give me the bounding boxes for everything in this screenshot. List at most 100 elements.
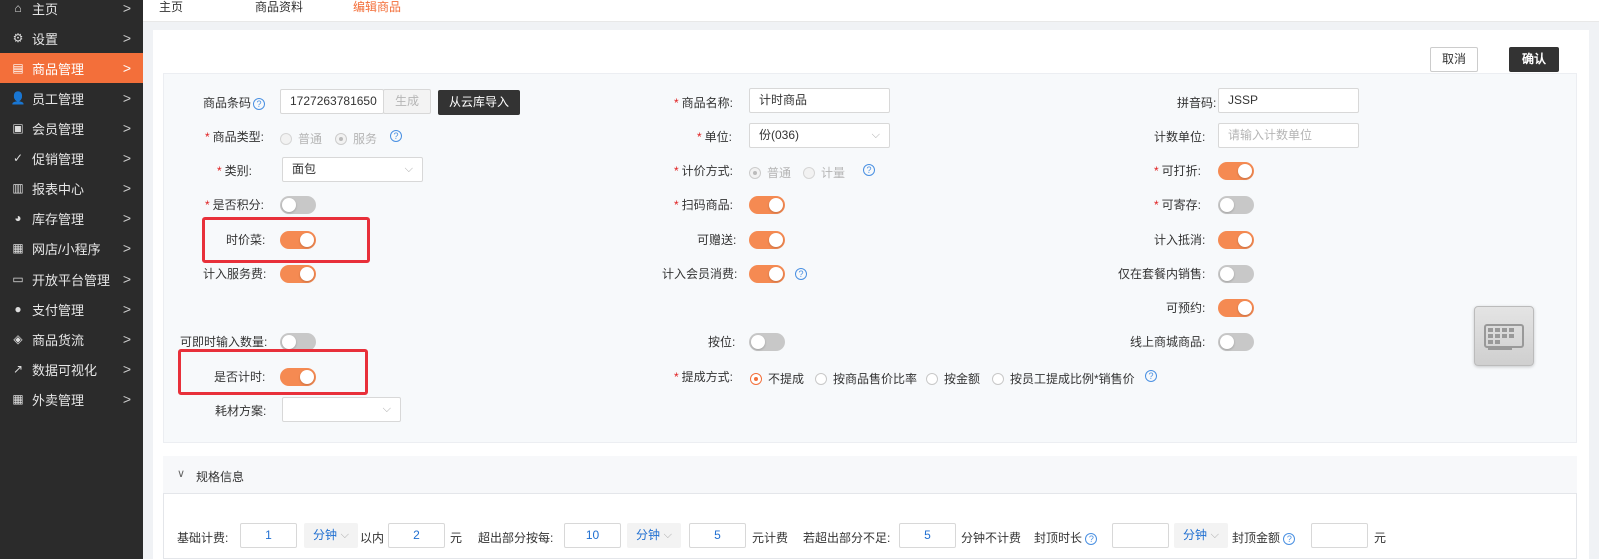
- scan-item-toggle[interactable]: [749, 196, 785, 214]
- barcode-label: 商品条码?: [203, 96, 266, 110]
- cap-duration-input[interactable]: [1112, 523, 1169, 548]
- sidebar-item[interactable]: ▣ 会员管理 >: [0, 113, 143, 143]
- product-type-normal-radio[interactable]: 普通: [280, 130, 322, 147]
- instant-qty-label: 可即时输入数量:: [180, 335, 268, 349]
- chevron-right-icon: >: [122, 0, 131, 16]
- commission-staff-ratio-radio[interactable]: 按员工提成比例*销售价: [992, 370, 1135, 387]
- count-offset-label: 计入抵消:: [1154, 233, 1206, 247]
- barcode-input[interactable]: 1727263781650: [280, 89, 384, 114]
- spec-header[interactable]: [163, 456, 1577, 494]
- sidebar-item[interactable]: ▭ 开放平台管理 >: [0, 264, 143, 294]
- product-type-service-radio[interactable]: 服务: [335, 130, 377, 147]
- chevron-right-icon: >: [122, 361, 131, 377]
- pinyin-input[interactable]: JSSP: [1218, 88, 1359, 113]
- help-icon[interactable]: ?: [1085, 532, 1098, 545]
- sidebar-item-label: 设置: [32, 31, 59, 47]
- cap-unit-select[interactable]: 分钟 ⌵: [1174, 523, 1228, 548]
- chevron-right-icon: >: [122, 150, 131, 166]
- sidebar-item[interactable]: ◈ 商品货流 >: [0, 324, 143, 354]
- spec-title: 规格信息: [196, 470, 245, 484]
- service-fee-toggle[interactable]: [280, 265, 316, 283]
- material-plan-select[interactable]: ⌵: [282, 397, 401, 422]
- sidebar-item[interactable]: ● 支付管理 >: [0, 294, 143, 324]
- storable-toggle[interactable]: [1218, 196, 1254, 214]
- pricing-normal-radio[interactable]: 普通: [749, 164, 791, 181]
- sidebar-item[interactable]: ✓ 促销管理 >: [0, 143, 143, 173]
- reservable-toggle[interactable]: [1218, 299, 1254, 317]
- cancel-button[interactable]: 取消: [1430, 47, 1478, 72]
- discountable-label: * 可打折:: [1154, 164, 1202, 178]
- member-spend-toggle[interactable]: [749, 265, 785, 283]
- sidebar: ⌂ 主页 > ⚙ 设置 > ▤ 商品管理 > 👤 员工管理 > ▣ 会员管理 > ✓ 促销管理 > ▥ 报表中心 > ◕ 库…: [0, 0, 143, 559]
- sidebar-item[interactable]: 👤 员工管理 >: [0, 83, 143, 113]
- import-from-cloud-button[interactable]: 从云库导入: [438, 90, 520, 115]
- less-duration-input[interactable]: 5: [899, 523, 956, 548]
- online-mall-toggle[interactable]: [1218, 333, 1254, 351]
- sidebar-item[interactable]: ▥ 报表中心 >: [0, 173, 143, 203]
- giftable-toggle[interactable]: [749, 231, 785, 249]
- service-fee-label: 计入服务费:: [203, 267, 267, 281]
- help-icon[interactable]: ?: [795, 268, 807, 280]
- cube-icon: ◈: [13, 332, 23, 346]
- excess-price-input[interactable]: 5: [689, 523, 746, 548]
- keyboard-icon[interactable]: [1474, 306, 1534, 366]
- help-icon[interactable]: ?: [390, 130, 402, 142]
- sidebar-item-label: 会员管理: [32, 121, 85, 137]
- chevron-down-icon[interactable]: ∨: [177, 467, 185, 480]
- base-price-input[interactable]: 2: [388, 523, 445, 548]
- chevron-down-icon: ⌵: [871, 129, 880, 141]
- combo-only-toggle[interactable]: [1218, 265, 1254, 283]
- points-toggle[interactable]: [280, 196, 316, 214]
- commission-amount-radio[interactable]: 按金额: [926, 370, 980, 387]
- help-icon[interactable]: ?: [1283, 532, 1296, 545]
- giftable-label: 可赠送:: [697, 233, 737, 247]
- generate-button[interactable]: 生成: [383, 89, 431, 114]
- sidebar-item-label: 支付管理: [32, 302, 85, 318]
- discountable-toggle[interactable]: [1218, 162, 1254, 180]
- base-duration-input[interactable]: 1: [240, 523, 297, 548]
- combo-only-label: 仅在套餐内销售:: [1118, 267, 1206, 281]
- tab-edit-product[interactable]: 编辑商品: [353, 0, 401, 14]
- commission-none-radio[interactable]: 不提成: [750, 370, 804, 387]
- confirm-button[interactable]: 确认: [1509, 47, 1559, 72]
- scan-item-label: * 扫码商品:: [674, 198, 734, 212]
- sidebar-item[interactable]: ▦ 外卖管理 >: [0, 384, 143, 414]
- sidebar-item-label: 商品管理: [32, 61, 85, 77]
- tab-product-info[interactable]: 商品资料: [255, 0, 303, 14]
- sidebar-item[interactable]: ⌂ 主页 >: [0, 0, 143, 23]
- tab-home[interactable]: 主页: [159, 0, 183, 14]
- sidebar-item[interactable]: ◕ 库存管理 >: [0, 203, 143, 233]
- help-icon[interactable]: ?: [1145, 370, 1157, 382]
- by-seat-toggle[interactable]: [749, 333, 785, 351]
- sidebar-item[interactable]: ⚙ 设置 >: [0, 23, 143, 53]
- chevron-down-icon: ⌵: [404, 163, 413, 175]
- excess-unit-select[interactable]: 分钟 ⌵: [627, 523, 681, 548]
- help-icon[interactable]: ?: [253, 97, 266, 110]
- sidebar-item[interactable]: ↗ 数据可视化 >: [0, 354, 143, 384]
- product-name-input[interactable]: 计时商品: [749, 88, 890, 113]
- cap-amount-input[interactable]: [1311, 523, 1368, 548]
- excess-duration-input[interactable]: 10: [564, 523, 621, 548]
- tab-bar: 主页 商品资料 编辑商品: [143, 0, 1599, 22]
- sidebar-item-label: 网店/小程序: [32, 241, 101, 257]
- count-unit-input[interactable]: 请输入计数单位: [1218, 123, 1359, 148]
- sidebar-item[interactable]: ▤ 商品管理 >: [0, 53, 143, 83]
- reservable-label: 可预约:: [1166, 301, 1206, 315]
- yuan-charge-text: 元计费: [752, 531, 789, 545]
- help-icon[interactable]: ?: [863, 164, 875, 176]
- storable-label: * 可寄存:: [1154, 198, 1202, 212]
- member-card-icon: ▣: [12, 121, 24, 135]
- category-select[interactable]: 面包 ⌵: [282, 157, 423, 182]
- sidebar-item-label: 数据可视化: [32, 362, 98, 378]
- check-circle-icon: ✓: [12, 151, 24, 165]
- count-offset-toggle[interactable]: [1218, 231, 1254, 249]
- unit-select[interactable]: 份(036) ⌵: [749, 123, 890, 148]
- base-unit-select[interactable]: 分钟 ⌵: [304, 523, 358, 548]
- sidebar-item-label: 促销管理: [32, 151, 85, 167]
- cap-duration-label: 封顶时长 ?: [1034, 529, 1098, 546]
- sidebar-item[interactable]: ▦ 网店/小程序 >: [0, 233, 143, 263]
- store-icon: ▦: [12, 241, 24, 255]
- pricing-weight-radio[interactable]: 计量: [803, 164, 845, 181]
- sidebar-item-label: 员工管理: [32, 91, 85, 107]
- commission-price-ratio-radio[interactable]: 按商品售价比率: [815, 370, 917, 387]
